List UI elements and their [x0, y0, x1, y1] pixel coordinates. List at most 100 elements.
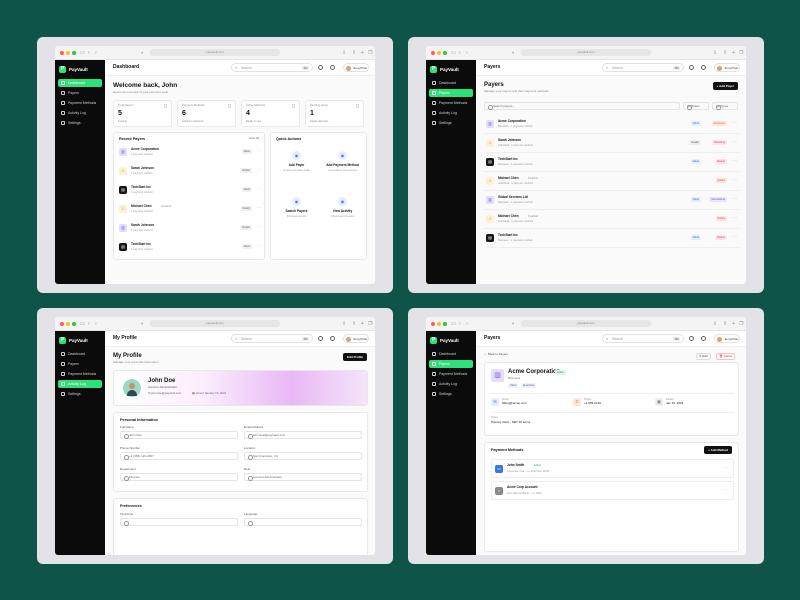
- user-menu[interactable]: Jung Prian: [714, 63, 740, 72]
- back-icon[interactable]: ‹: [88, 321, 90, 327]
- sidebar-toggle-icon[interactable]: ▭: [80, 50, 85, 56]
- nav-settings[interactable]: Settings: [58, 119, 102, 127]
- nav-payment-methods[interactable]: Payment Methods: [58, 99, 102, 107]
- nav-dashboard[interactable]: Dashboard: [58, 79, 102, 87]
- minimize-dot[interactable]: [437, 322, 441, 326]
- bell-icon[interactable]: [701, 65, 706, 70]
- user-menu[interactable]: Jung Prian: [714, 334, 740, 343]
- list-item[interactable]: ☺ Sarah Johnson 1 payment method Vendor ⋯: [114, 164, 266, 182]
- sidebar-toggle-icon[interactable]: ▭: [80, 321, 85, 327]
- add-payer-button[interactable]: + Add Payer: [712, 82, 738, 90]
- more-icon[interactable]: ⋯: [733, 159, 737, 163]
- search-input[interactable]: ⌕ Search ⌘K: [231, 63, 313, 72]
- user-menu[interactable]: Jung Prian: [343, 334, 369, 343]
- plus-icon[interactable]: +: [361, 321, 364, 327]
- more-icon[interactable]: ⋯: [733, 216, 737, 220]
- forward-icon[interactable]: ›: [95, 321, 97, 327]
- more-icon[interactable]: ⋯: [257, 187, 261, 191]
- nav-settings[interactable]: Settings: [58, 390, 102, 398]
- minimize-dot[interactable]: [437, 51, 441, 55]
- download-icon[interactable]: ⇩: [342, 321, 346, 327]
- forward-icon[interactable]: ›: [466, 321, 468, 327]
- back-icon[interactable]: ‹: [88, 50, 90, 56]
- share-icon[interactable]: ⇧: [352, 50, 356, 56]
- profile-field-badge[interactable]: Account Administrator: [244, 473, 362, 481]
- more-icon[interactable]: ⋯: [733, 140, 737, 144]
- back-icon[interactable]: ‹: [459, 321, 461, 327]
- nav-settings[interactable]: Settings: [429, 119, 473, 127]
- more-icon[interactable]: ⋯: [725, 466, 729, 470]
- nav-payment-methods[interactable]: Payment Methods: [58, 370, 102, 378]
- download-icon[interactable]: ⇩: [713, 50, 717, 56]
- nav-activity-log[interactable]: Activity Log: [58, 380, 102, 388]
- download-icon[interactable]: ⇩: [713, 321, 717, 327]
- payment-method-row[interactable]: ▭ John Smith Active Corporate Visa · •••• 4…: [491, 459, 734, 478]
- share-icon[interactable]: ⇧: [352, 321, 356, 327]
- table-row[interactable]: ☺ Sarah Johnson Individual · 1 payment met…: [484, 135, 739, 153]
- type-filter[interactable]: All Types: [712, 102, 738, 110]
- more-icon[interactable]: ⋯: [257, 225, 261, 229]
- payment-method-row[interactable]: ⌂ Acme Corp Account First National Bank · …: [491, 481, 734, 500]
- maximize-dot[interactable]: [443, 51, 447, 55]
- nav-dashboard[interactable]: Dashboard: [429, 350, 473, 358]
- profile-field-pin[interactable]: San Francisco, CA: [244, 452, 362, 460]
- more-icon[interactable]: ⋯: [733, 121, 737, 125]
- list-item[interactable]: ▤ TechStart Inc 1 payment method Client ⋯: [114, 183, 266, 201]
- list-item[interactable]: ☺ Michael Chen Disabled 1 payment method Fam…: [114, 202, 266, 220]
- more-icon[interactable]: ⋯: [257, 168, 261, 172]
- table-row[interactable]: ▤ TechStart Inc Business · 1 payment metho…: [484, 154, 739, 172]
- status-filter[interactable]: All Status: [683, 102, 709, 110]
- more-icon[interactable]: ⋯: [733, 235, 737, 239]
- close-dot[interactable]: [431, 51, 435, 55]
- logo[interactable]: P PayVault: [430, 65, 459, 73]
- maximize-dot[interactable]: [72, 51, 76, 55]
- nav-activity-log[interactable]: Activity Log: [429, 109, 473, 117]
- profile-field-user[interactable]: John Doe: [120, 431, 238, 439]
- gear-icon[interactable]: [689, 65, 694, 70]
- quick-action[interactable]: ◉ Add Payment Method Link a card or bank a…: [321, 145, 364, 187]
- nav-settings[interactable]: Settings: [429, 390, 473, 398]
- url-bar[interactable]: payvault.com: [150, 49, 280, 56]
- list-item[interactable]: ▥ Acme Corporation 1 payment method Client ⋯: [114, 145, 266, 163]
- nav-activity-log[interactable]: Activity Log: [58, 109, 102, 117]
- view-all-link[interactable]: View all: [249, 136, 259, 141]
- list-item[interactable]: ▤ TechStart Inc 1 payment method Client ⋯: [114, 240, 266, 258]
- profile-field-phone[interactable]: +1 (555) 123-4567: [120, 452, 238, 460]
- maximize-dot[interactable]: [443, 322, 447, 326]
- close-dot[interactable]: [60, 322, 64, 326]
- close-dot[interactable]: [431, 322, 435, 326]
- more-icon[interactable]: ⋯: [725, 488, 729, 492]
- user-menu[interactable]: Jung Prian: [343, 63, 369, 72]
- add-method-button[interactable]: + Add Method: [704, 446, 732, 454]
- quick-action[interactable]: ◉ Search Payers Find payer records: [275, 191, 318, 233]
- forward-icon[interactable]: ›: [95, 50, 97, 56]
- edit-button[interactable]: ✎ Edit: [696, 353, 711, 360]
- search-input[interactable]: ⌕ Search ⌘K: [602, 63, 684, 72]
- timezone-select[interactable]: [120, 518, 238, 526]
- list-item[interactable]: ▥ Sarah Johnson 1 payment method Vendor ⋯: [114, 221, 266, 239]
- table-row[interactable]: ☺ Michael Chen Disabled Individual · 1 paym…: [484, 211, 739, 229]
- minimize-dot[interactable]: [66, 51, 70, 55]
- share-icon[interactable]: ⇧: [723, 50, 727, 56]
- table-row[interactable]: ▤ TechStart Inc Business · 1 payment metho…: [484, 230, 739, 248]
- more-icon[interactable]: ⋯: [733, 178, 737, 182]
- table-row[interactable]: ▥ Global Services Ltd Business · 1 payment…: [484, 192, 739, 210]
- maximize-dot[interactable]: [72, 322, 76, 326]
- close-dot[interactable]: [60, 51, 64, 55]
- more-icon[interactable]: ⋯: [257, 244, 261, 248]
- nav-payers[interactable]: Payers: [429, 360, 473, 368]
- back-icon[interactable]: ‹: [459, 50, 461, 56]
- delete-button[interactable]: 🗑 Delete: [716, 353, 736, 360]
- sidebar-toggle-icon[interactable]: ▭: [451, 321, 456, 327]
- table-row[interactable]: ☺ Michael Chen Disabled Individual · 1 paym…: [484, 173, 739, 191]
- forward-icon[interactable]: ›: [466, 50, 468, 56]
- nav-activity-log[interactable]: Activity Log: [429, 380, 473, 388]
- search-input[interactable]: ⌕ Search ⌘K: [231, 334, 313, 343]
- sidebar-toggle-icon[interactable]: ▭: [451, 50, 456, 56]
- more-icon[interactable]: ⋯: [257, 206, 261, 210]
- gear-icon[interactable]: [689, 336, 694, 341]
- minimize-dot[interactable]: [66, 322, 70, 326]
- nav-payers[interactable]: Payers: [58, 360, 102, 368]
- logo[interactable]: P PayVault: [59, 65, 88, 73]
- share-icon[interactable]: ⇧: [723, 321, 727, 327]
